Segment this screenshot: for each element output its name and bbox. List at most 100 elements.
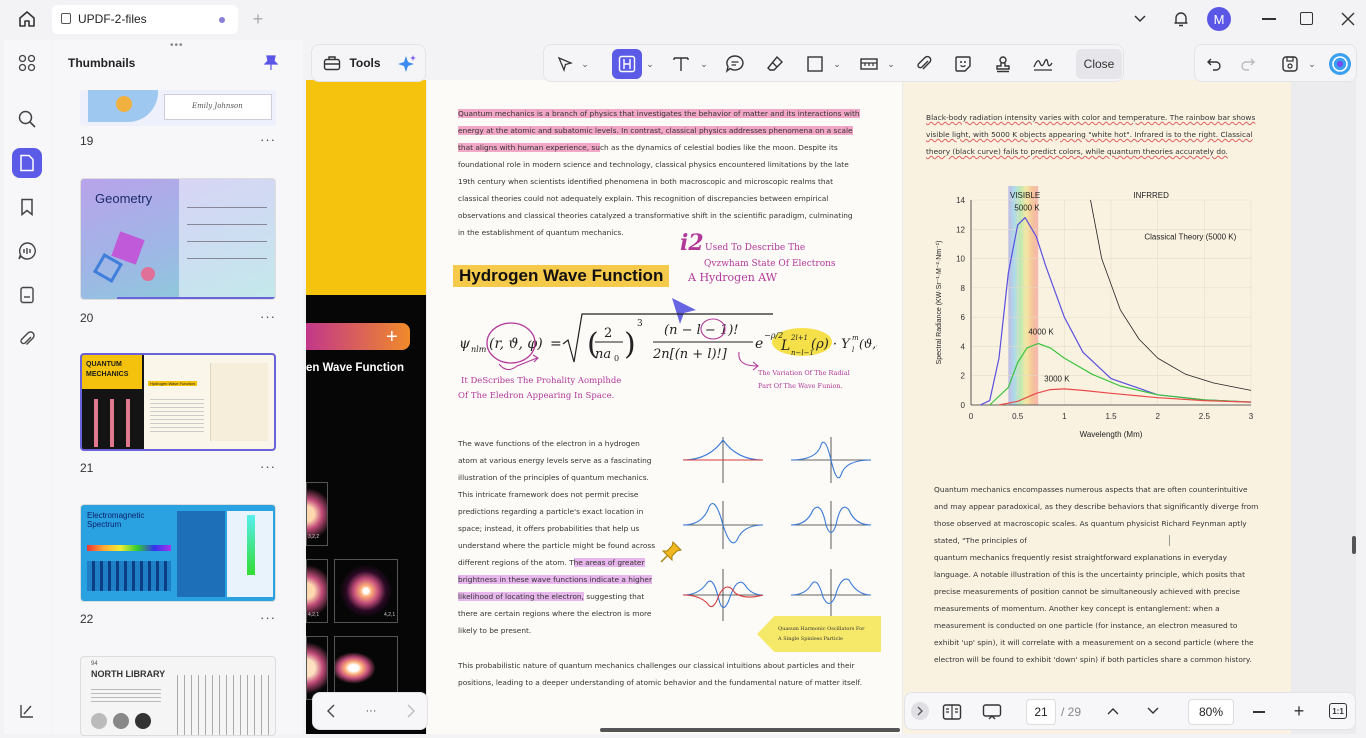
thumbnail-more-icon[interactable]: ··· xyxy=(260,309,276,324)
highlighted-text[interactable]: energy at the atomic and subatomic level… xyxy=(458,126,853,135)
eraser-tool-icon[interactable] xyxy=(762,51,788,77)
bell-icon[interactable] xyxy=(1170,8,1192,30)
page-number-input[interactable]: 21 xyxy=(1026,699,1056,725)
panel-drag-handle[interactable]: ••• xyxy=(170,40,184,51)
right-page: Black-body radiation intensity varies wi… xyxy=(903,80,1291,734)
search-icon[interactable] xyxy=(12,104,42,134)
text-line: predictions regarding a particle's exact… xyxy=(458,507,644,516)
zoom-out-icon[interactable] xyxy=(1253,711,1265,713)
x-tick-label: 0.5 xyxy=(1012,412,1024,421)
tools-button[interactable]: Tools xyxy=(318,49,386,77)
thumbnails-panel: ••• Thumbnails Emily Johnson 19 ··· Geom… xyxy=(52,40,303,736)
new-tab-icon[interactable]: + xyxy=(248,9,268,29)
add-icon: + xyxy=(386,326,398,348)
close-button[interactable]: Close xyxy=(1076,49,1122,79)
chevron-down-icon[interactable] xyxy=(1130,9,1150,29)
text-line: Quantum mechanics encompasses numerous a… xyxy=(934,485,1248,494)
ai-assistant-icon[interactable] xyxy=(1327,51,1353,77)
text-line: visible light, with 5000 K objects appea… xyxy=(926,130,1253,139)
save-icon[interactable] xyxy=(1277,51,1303,77)
highlight-tool-button[interactable] xyxy=(612,49,642,79)
stamp-tool-icon[interactable] xyxy=(990,51,1016,77)
text-line: there are certain regions where the elec… xyxy=(458,609,652,618)
avatar[interactable]: M xyxy=(1207,7,1231,31)
chevron-down-icon[interactable]: ⌄ xyxy=(1307,57,1317,71)
home-icon[interactable] xyxy=(14,7,40,31)
next-page-icon[interactable] xyxy=(1143,701,1163,721)
zoom-level-field[interactable]: 80% xyxy=(1188,699,1234,725)
text-line: language. A notable illustration of this… xyxy=(934,570,1245,579)
chevron-down-icon[interactable]: ⌄ xyxy=(580,57,590,71)
text-line: those observed at macroscopic scales. As… xyxy=(934,519,1247,528)
comment-tool-icon[interactable] xyxy=(722,51,748,77)
sticky-note[interactable]: Quasum Harmonic Oscillators For A Single… xyxy=(757,616,881,652)
attachment-icon[interactable] xyxy=(12,324,42,354)
layers-icon[interactable] xyxy=(12,696,42,726)
text-line: measurements of momentum. Another key co… xyxy=(934,604,1220,613)
chevron-down-icon[interactable]: ⌄ xyxy=(886,57,896,71)
thumbnail-page-19[interactable]: Emily Johnson xyxy=(80,90,276,126)
thumbnail-more-icon[interactable]: ··· xyxy=(260,459,276,474)
apps-grid-icon[interactable] xyxy=(12,48,42,78)
comments-icon[interactable] xyxy=(12,236,42,266)
highlighted-text[interactable]: brightness in these wave functions indic… xyxy=(458,575,652,584)
blackbody-chart: 0 0.5 1 1.5 2 2.5 3 0 2 4 6 8 10 12 14 Wavelength (Mm) S… xyxy=(923,180,1273,470)
vertical-scrollbar-thumb[interactable] xyxy=(1352,536,1356,554)
tools-toolbar: Tools xyxy=(311,44,426,82)
chevron-down-icon[interactable]: ⌄ xyxy=(645,57,655,71)
chevron-down-icon[interactable]: ⌄ xyxy=(699,57,709,71)
previous-page-icon[interactable] xyxy=(1103,701,1123,721)
pages-icon[interactable] xyxy=(12,148,42,178)
sticker-tool-icon[interactable] xyxy=(950,51,976,77)
highlighted-text[interactable]: likelihood of locating the electron, xyxy=(458,592,584,601)
expand-chevron-icon[interactable] xyxy=(911,702,929,720)
signature-tool-icon[interactable] xyxy=(1029,51,1057,77)
measure-tool-icon[interactable] xyxy=(856,51,882,77)
zoom-in-icon[interactable]: + xyxy=(1289,701,1309,721)
thumbnail-more-icon[interactable]: ··· xyxy=(260,610,276,625)
text-tool-icon[interactable] xyxy=(668,51,694,77)
close-window-icon[interactable] xyxy=(1338,9,1358,29)
tab-close-dot-icon[interactable] xyxy=(219,17,225,23)
handwritten-note: Of The Eledron Appearing In Space. xyxy=(458,391,615,401)
thumbnail-page-20[interactable]: Geometry xyxy=(80,178,276,300)
page-layout-icon[interactable] xyxy=(939,699,965,725)
document-tab[interactable]: UPDF-2-files xyxy=(52,5,238,34)
bottom-toolbar: 21 / 29 80% + 1:1 xyxy=(904,692,1356,730)
previous-spread-icon[interactable] xyxy=(321,701,341,721)
ai-sparkle-icon[interactable] xyxy=(394,51,420,77)
pin-icon[interactable] xyxy=(262,54,280,72)
undo-icon[interactable] xyxy=(1201,51,1227,77)
annotation-toolbar: ⌄ ⌄ ⌄ ⌄ ⌄ Close xyxy=(543,44,1124,82)
thumbnail-page-22[interactable]: Electromagnetic Spectrum xyxy=(80,504,276,602)
paperclip-icon[interactable] xyxy=(911,51,937,77)
redo-icon[interactable] xyxy=(1235,51,1261,77)
presentation-icon[interactable] xyxy=(979,699,1005,725)
thumbnail-more-icon[interactable]: ··· xyxy=(260,132,276,147)
select-arrow-icon[interactable] xyxy=(552,51,578,77)
highlighted-text[interactable]: he areas of greater xyxy=(573,558,645,567)
bookmark-icon[interactable] xyxy=(12,192,42,222)
text-line: quantum mechanics frequently resist stra… xyxy=(934,553,1227,562)
actual-size-icon[interactable]: 1:1 xyxy=(1329,703,1347,719)
svg-text:2n[(n + l)!]: 2n[(n + l)!] xyxy=(652,347,728,362)
wave-graphs xyxy=(679,435,879,625)
thumbnail-page-number: 21 xyxy=(80,461,94,475)
y-tick-label: 4 xyxy=(961,342,966,351)
horizontal-scrollbar-thumb[interactable] xyxy=(600,728,900,732)
chevron-down-icon[interactable]: ⌄ xyxy=(832,57,842,71)
highlighted-text[interactable]: that aligns with human experience, su xyxy=(458,143,600,152)
more-options-icon[interactable]: ··· xyxy=(361,701,381,721)
text-line: likely to be present. xyxy=(458,626,532,635)
next-spread-icon[interactable] xyxy=(401,701,421,721)
left-page: + en Wave Function 3,2,2 4,2,1 4,2,1 xyxy=(306,80,426,734)
shape-tool-icon[interactable] xyxy=(802,51,828,77)
highlighted-text[interactable]: Quantum mechanics is a branch of physics… xyxy=(458,109,860,118)
thumbnail-page-21[interactable]: QUANTUM MECHANICS Hydrogen Wave Function xyxy=(80,353,276,451)
minimize-icon[interactable] xyxy=(1262,18,1276,20)
stamp-panel-icon[interactable] xyxy=(12,280,42,310)
text-line: 19th century when scientists identified … xyxy=(458,177,833,186)
thumbnail-page-23[interactable]: 94 NORTH LIBRARY xyxy=(80,656,276,736)
text-line: This intricate framework does not permit… xyxy=(458,490,639,499)
maximize-icon[interactable] xyxy=(1300,12,1313,25)
